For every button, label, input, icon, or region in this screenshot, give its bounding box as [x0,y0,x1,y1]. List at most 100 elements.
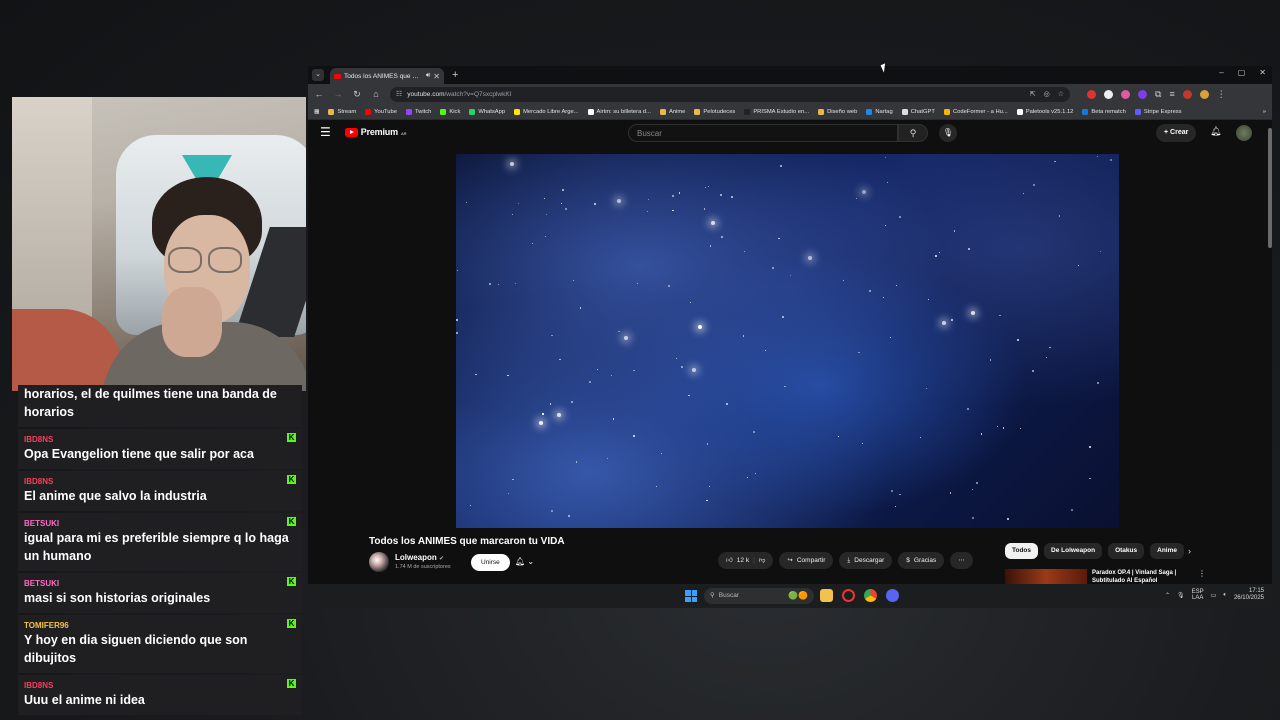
chrome-icon[interactable] [864,589,877,602]
discord-icon[interactable] [886,589,899,602]
chat-text: igual para mi es preferible siempre q lo… [24,531,289,563]
bookmark-favicon-icon [365,108,372,115]
thumbs-down-icon[interactable]: 👎︎ [759,552,766,569]
maximize-button[interactable]: ▢ [1238,68,1246,77]
extension-icon[interactable] [1104,89,1113,99]
site-info-icon[interactable]: ☷ [396,90,402,98]
chevron-right-icon[interactable]: › [1188,546,1191,556]
bookmark-item[interactable]: Twitch [405,108,431,115]
channel-name[interactable]: Lolweapon ✔ [395,553,444,562]
tab-search-button[interactable]: ⌄ [312,69,324,81]
clock[interactable]: 17:15 26/10/2025 [1234,588,1264,602]
bookmark-favicon-icon [328,108,335,115]
channel-avatar[interactable] [369,552,389,572]
windows-start-icon[interactable] [685,590,697,602]
bookmark-item[interactable]: YouTube [365,108,397,115]
extension-icon[interactable] [1087,89,1096,99]
minimize-button[interactable]: – [1219,68,1223,77]
microphone-tray-icon[interactable]: 🎙︎ [1177,592,1185,599]
network-icon[interactable]: ▭ [1211,592,1217,599]
video-star [967,247,970,250]
home-icon[interactable]: ⌂ [371,89,381,99]
bookmark-label: WhatsApp [478,108,506,115]
youtube-search-input[interactable]: Buscar [628,124,898,142]
video-star [1031,369,1034,372]
profile-avatar[interactable] [1182,89,1192,99]
bookmark-item[interactable]: Airtm: su billetera d... [587,108,651,115]
back-icon[interactable]: ← [314,89,324,99]
join-button[interactable]: Unirse [471,554,510,571]
extension-icon[interactable] [1199,89,1209,99]
browser-menu-icon[interactable]: ⋮ [1217,89,1226,100]
video-star [721,235,724,238]
youtube-premium-logo[interactable]: Premium AR [344,127,406,137]
new-tab-button[interactable]: + [452,69,458,81]
puzzle-icon[interactable]: ⧉ [1155,89,1161,100]
tab-close-icon[interactable]: ✕ [433,72,440,81]
bookmark-star-icon[interactable]: ☆ [1058,90,1064,98]
eye-off-icon[interactable]: ◎ [1044,90,1050,98]
video-player[interactable] [456,154,1119,528]
taskbar-search-input[interactable]: ⚲ Buscar 🟢🟠 [704,588,814,604]
bookmark-item[interactable]: WhatsApp [469,108,506,115]
bookmark-item[interactable]: Stream [328,108,356,115]
bookmark-item[interactable]: ChatGPT [901,108,935,115]
recommended-video-thumbnail[interactable] [1005,569,1087,584]
chevron-up-icon[interactable]: ⌃ [1165,592,1170,599]
install-icon[interactable]: ⇱ [1030,90,1036,98]
filter-chip[interactable]: De Lolweapon [1044,543,1103,559]
video-star [966,407,969,410]
video-star [989,359,991,361]
bookmark-item[interactable]: Kick [440,108,460,115]
obs-icon[interactable] [842,589,855,602]
share-button[interactable]: ↪ Compartir [779,552,834,569]
search-icon[interactable]: ⚲ [898,124,928,142]
extension-icon[interactable] [1121,89,1130,99]
video-star [781,316,784,319]
speaker-icon[interactable]: 🔊︎ [426,72,430,80]
page-scrollbar[interactable] [1268,128,1272,248]
filter-chip[interactable]: Todos [1005,543,1039,559]
more-actions-button[interactable]: ⋯ [950,552,973,569]
hamburger-menu-icon[interactable]: ☰ [320,125,331,139]
url-input[interactable]: ☷ youtube.com/watch?v=Q7sxcplwkKI ⇱ ◎ ☆ [390,86,1070,102]
microphone-icon[interactable]: 🎙︎ [939,124,957,142]
volume-icon[interactable]: 🔈︎ [1223,592,1227,599]
notifications-bell-icon[interactable]: 🔔︎ [1210,126,1221,137]
filter-chip[interactable]: Otakus [1108,543,1145,559]
bookmark-item[interactable]: Stripe Express [1134,108,1182,115]
bookmark-item[interactable]: PRISMA Estudio en... [744,108,809,115]
bookmark-item[interactable]: Mercado Libre Arge... [514,108,579,115]
file-explorer-icon[interactable] [820,589,833,602]
close-window-button[interactable]: ✕ [1259,68,1266,77]
bookmark-item[interactable]: Paletools v25.1.12 [1016,108,1073,115]
forward-icon[interactable]: → [333,89,343,99]
kebab-menu-icon[interactable]: ⋮ [1198,569,1206,578]
bookmarks-overflow-icon[interactable]: » [1263,109,1266,115]
reload-icon[interactable]: ↻ [352,89,362,100]
video-star [896,284,898,286]
media-control-icon[interactable]: ≡ [1169,89,1174,99]
video-star [858,351,860,353]
create-button[interactable]: + Crear [1156,124,1197,142]
bookmark-item[interactable]: CodeFormer - a Hu... [943,108,1008,115]
language-indicator[interactable]: ESP LAA [1192,589,1204,602]
video-star [941,320,946,325]
like-button[interactable]: 👍︎ 12 k | 👎︎ [718,552,774,569]
tab-youtube[interactable]: Todos los ANIMES que marcaron tu VIDA 🔊︎… [330,68,444,84]
subscription-bell-icon[interactable]: 🔔︎ ⌄ [515,557,534,566]
bookmark-item[interactable]: Diseño web [818,108,857,115]
account-avatar[interactable] [1236,125,1252,141]
video-star [667,284,670,287]
apps-grid-icon[interactable]: ▦ [314,109,319,115]
extension-icon[interactable] [1138,89,1147,99]
bookmark-item[interactable]: Nartag [866,108,893,115]
thanks-button[interactable]: $ Gracias [898,552,945,569]
download-button[interactable]: ⤓ Descargar [839,552,893,569]
bookmark-item[interactable]: Anime [659,108,685,115]
recommended-video-title[interactable]: Paradox OP.4 | Vinland Saga | Subtitulad… [1092,569,1192,584]
bookmark-item[interactable]: Beta rematch [1082,108,1126,115]
filter-chip[interactable]: Anime [1150,543,1184,559]
bookmark-item[interactable]: Pelotudeces [694,108,735,115]
chat-message: horarios, el de quilmes tiene una banda … [18,385,302,427]
